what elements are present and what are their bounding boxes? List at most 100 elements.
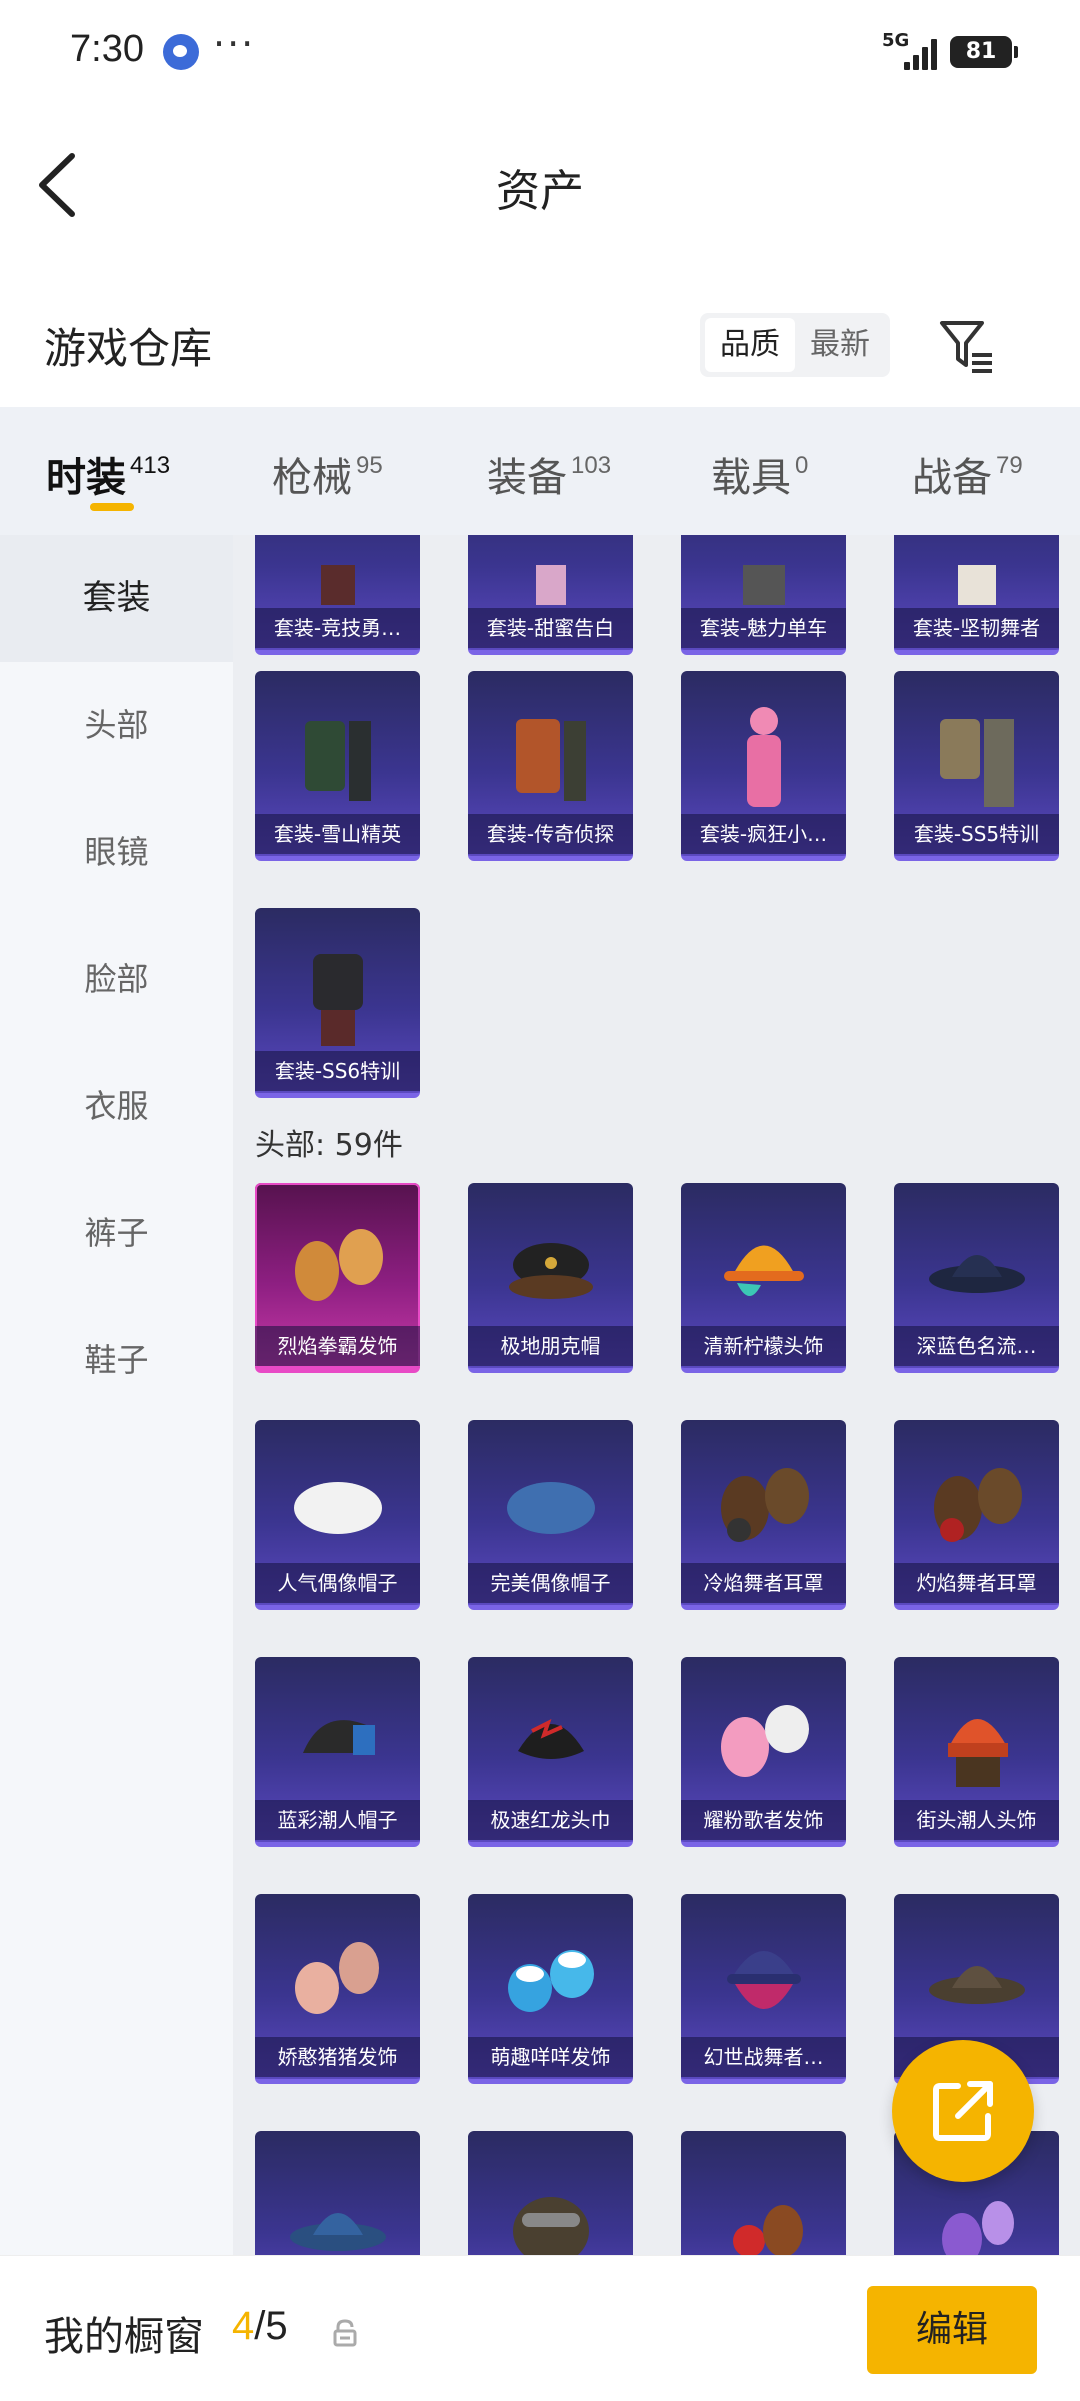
item-card[interactable]: 套装-疯狂小… — [681, 671, 846, 861]
item-name: 灼焰舞者耳罩 — [894, 1563, 1059, 1603]
sort-newest-button[interactable]: 最新 — [795, 318, 885, 372]
showcase-current: 4 — [232, 2304, 255, 2348]
item-card[interactable]: 套装-甜蜜告白 — [468, 535, 633, 655]
bandana-icon — [496, 1687, 606, 1797]
page-title: 资产 — [496, 166, 584, 217]
item-name: 套装-甜蜜告白 — [468, 608, 633, 648]
item-card[interactable]: 清新柠檬头饰 — [681, 1183, 846, 1373]
outfit-icon — [496, 701, 606, 811]
fedora-icon — [922, 1213, 1032, 1323]
item-card[interactable] — [255, 2131, 420, 2255]
item-name: 深蓝色名流… — [894, 1326, 1059, 1366]
outfit-icon — [709, 535, 819, 605]
side-item-shoes[interactable]: 鞋子 — [0, 1297, 233, 1424]
item-name: 烈焰拳霸发饰 — [255, 1326, 420, 1366]
side-item-clothes[interactable]: 衣服 — [0, 1043, 233, 1170]
outfit-icon — [496, 535, 606, 605]
side-item-face[interactable]: 脸部 — [0, 916, 233, 1043]
outfit-icon — [922, 701, 1032, 811]
item-card[interactable]: 烈焰拳霸发饰 — [255, 1183, 420, 1373]
fedora-icon — [922, 1924, 1032, 2034]
outfit-icon — [283, 701, 393, 811]
item-card[interactable]: 冷焰舞者耳罩 — [681, 1420, 846, 1610]
item-name: 幻世战舞者… — [681, 2037, 846, 2077]
outfit-icon — [283, 938, 393, 1048]
item-name: 套装-疯狂小… — [681, 814, 846, 854]
tab-supplies[interactable]: 战备 79 — [912, 445, 1023, 503]
tab-count: 103 — [571, 452, 612, 479]
item-card[interactable]: 萌趣咩咩发饰 — [468, 1894, 633, 2084]
item-name: 萌趣咩咩发饰 — [468, 2037, 633, 2077]
tab-label: 战备 — [912, 455, 992, 501]
item-card[interactable]: 套装-雪山精英 — [255, 671, 420, 861]
item-name: 套装-SS5特训 — [894, 814, 1059, 854]
filter-button[interactable] — [938, 315, 998, 375]
bucket-hat-icon — [709, 1924, 819, 2034]
item-name: 人气偶像帽子 — [255, 1563, 420, 1603]
item-card[interactable]: 极地朋克帽 — [468, 1183, 633, 1373]
showcase-count: 4/5 — [232, 2304, 288, 2349]
side-item-head[interactable]: 头部 — [0, 662, 233, 789]
warehouse-header: 游戏仓库 品质 最新 — [0, 285, 1080, 405]
nav-bar: 资产 — [0, 105, 1080, 265]
hair-icon — [283, 1213, 393, 1323]
warehouse-title: 游戏仓库 — [44, 324, 213, 373]
cap-icon — [283, 1687, 393, 1797]
tab-label: 枪械 — [272, 455, 352, 501]
tab-label: 时装 — [46, 455, 126, 501]
active-tab-indicator — [90, 503, 134, 511]
tab-fashion[interactable]: 时装 413 — [46, 445, 170, 503]
tab-label: 载具 — [711, 455, 791, 501]
item-card[interactable]: 极速红龙头巾 — [468, 1657, 633, 1847]
category-tabs: 时装 413 枪械 95 装备 103 载具 0 战备 79 — [0, 407, 1080, 535]
item-card[interactable]: 幻世战舞者… — [681, 1894, 846, 2084]
item-name: 蓝彩潮人帽子 — [255, 1800, 420, 1840]
item-card[interactable]: 套装-SS6特训 — [255, 908, 420, 1098]
side-item-pants[interactable]: 裤子 — [0, 1170, 233, 1297]
item-card[interactable]: 耀粉歌者发饰 — [681, 1657, 846, 1847]
item-card[interactable]: 街头潮人头饰 — [894, 1657, 1059, 1847]
tab-count: 95 — [356, 452, 383, 479]
beret-icon — [496, 1450, 606, 1560]
outfit-icon — [922, 535, 1032, 605]
item-card[interactable]: 完美偶像帽子 — [468, 1420, 633, 1610]
item-name: 冷焰舞者耳罩 — [681, 1563, 846, 1603]
outfit-icon — [709, 701, 819, 811]
item-card[interactable]: 套装-魅力单车 — [681, 535, 846, 655]
edit-button[interactable]: 编辑 — [867, 2286, 1037, 2374]
item-card[interactable] — [681, 2131, 846, 2255]
share-fab[interactable] — [892, 2040, 1034, 2182]
item-name: 极速红龙头巾 — [468, 1800, 633, 1840]
side-item-suits[interactable]: 套装 — [0, 535, 233, 662]
tab-vehicles[interactable]: 载具 0 — [711, 445, 808, 503]
item-card[interactable]: 套装-坚韧舞者 — [894, 535, 1059, 655]
item-card[interactable]: 蓝彩潮人帽子 — [255, 1657, 420, 1847]
item-name: 街头潮人头饰 — [894, 1800, 1059, 1840]
showcase-total: /5 — [254, 2304, 288, 2348]
side-nav: 套装 头部 眼镜 脸部 衣服 裤子 鞋子 — [0, 535, 233, 2255]
outfit-icon — [283, 535, 393, 605]
tab-equipment[interactable]: 装备 103 — [487, 445, 611, 503]
item-card[interactable]: 灼焰舞者耳罩 — [894, 1420, 1059, 1610]
item-card[interactable] — [468, 2131, 633, 2255]
sort-quality-button[interactable]: 品质 — [705, 318, 795, 372]
hair-icon — [496, 1924, 606, 2034]
item-card[interactable]: 娇憨猪猪发饰 — [255, 1894, 420, 2084]
side-item-glasses[interactable]: 眼镜 — [0, 789, 233, 916]
tab-count: 79 — [996, 452, 1023, 479]
bucket-hat-icon — [709, 1213, 819, 1323]
item-card[interactable]: 套装-SS5特训 — [894, 671, 1059, 861]
status-bar: 7:30 ··· 5G 81 — [0, 0, 1080, 105]
battery-icon: 81 — [950, 36, 1018, 68]
item-grid: 套装-竞技勇… 套装-甜蜜告白 套装-魅力单车 套装-坚韧舞者 套装-雪山精英 … — [233, 535, 1080, 2255]
bottom-bar: 我的橱窗 4/5 编辑 — [0, 2255, 1080, 2401]
item-card[interactable]: 套装-传奇侦探 — [468, 671, 633, 861]
item-card[interactable]: 人气偶像帽子 — [255, 1420, 420, 1610]
tab-count: 0 — [795, 452, 809, 479]
signal-icon — [904, 38, 940, 70]
item-name: 套装-坚韧舞者 — [894, 608, 1059, 648]
tab-guns[interactable]: 枪械 95 — [272, 445, 383, 503]
item-card[interactable]: 深蓝色名流… — [894, 1183, 1059, 1373]
tab-label: 装备 — [487, 455, 567, 501]
item-card[interactable]: 套装-竞技勇… — [255, 535, 420, 655]
